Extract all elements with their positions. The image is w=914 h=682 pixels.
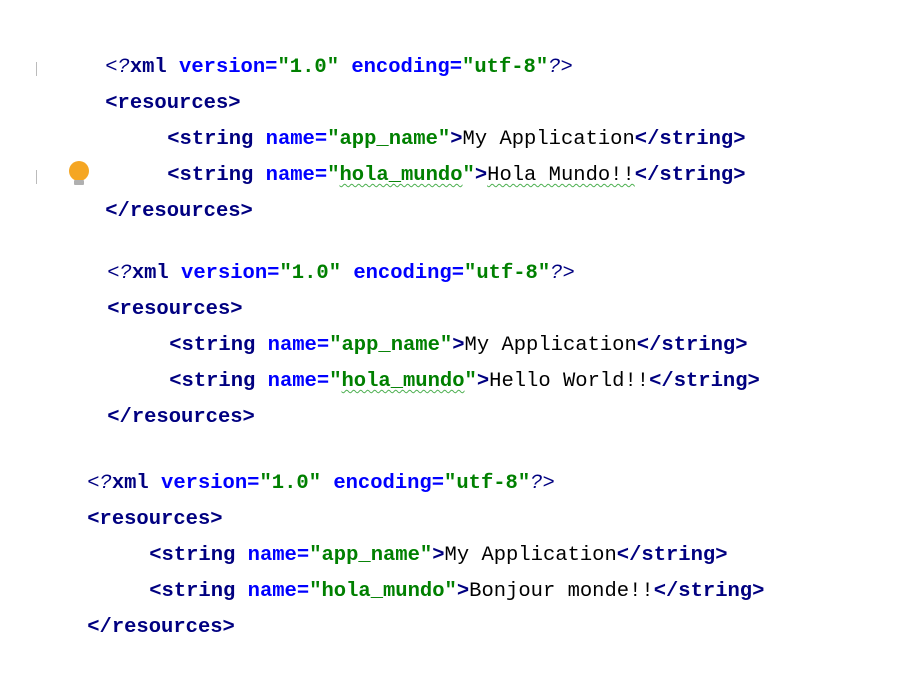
fold-marker-icon[interactable] <box>36 62 39 76</box>
string-entry-app-name[interactable]: <string name="app_name">My Application</… <box>56 86 745 151</box>
lightbulb-icon[interactable] <box>68 161 90 187</box>
tag-name: resources <box>111 616 223 639</box>
xml-declaration[interactable]: <?xml version="1.0" encoding="utf-8"?> <box>56 14 746 79</box>
resources-open-tag[interactable]: <resources> <box>58 256 760 321</box>
tag-name: resources <box>131 406 243 429</box>
xml-block-values: <?xml version="1.0" encoding="utf-8"?> <… <box>36 14 746 223</box>
string-entry-hola-mundo[interactable]: <string name="hola_mundo">Bonjour monde!… <box>38 538 764 603</box>
resources-open-tag[interactable]: <resources> <box>36 50 746 115</box>
string-entry-hola-mundo[interactable]: <string name="hola_mundo">Hola Mundo!!</… <box>56 122 745 187</box>
xml-declaration[interactable]: <?xml version="1.0" encoding="utf-8"?> <box>58 220 760 285</box>
resources-close-tag[interactable]: </resources> <box>58 364 760 429</box>
resources-close-tag[interactable]: </resources> <box>36 158 746 223</box>
fold-marker-icon[interactable] <box>36 170 39 184</box>
resources-open-tag[interactable]: <resources> <box>38 466 764 531</box>
resources-close-tag[interactable]: </resources> <box>38 574 764 639</box>
xml-declaration[interactable]: <?xml version="1.0" encoding="utf-8"?> <box>38 430 764 495</box>
xml-block-values-en: <?xml version="1.0" encoding="utf-8"?> <… <box>58 220 760 429</box>
string-entry-hola-mundo[interactable]: <string name="hola_mundo">Hello World!!<… <box>58 328 760 393</box>
xml-block-values-fr: <?xml version="1.0" encoding="utf-8"?> <… <box>38 430 764 639</box>
string-entry-app-name[interactable]: <string name="app_name">My Application</… <box>38 502 764 567</box>
string-entry-app-name[interactable]: <string name="app_name">My Application</… <box>58 292 760 357</box>
